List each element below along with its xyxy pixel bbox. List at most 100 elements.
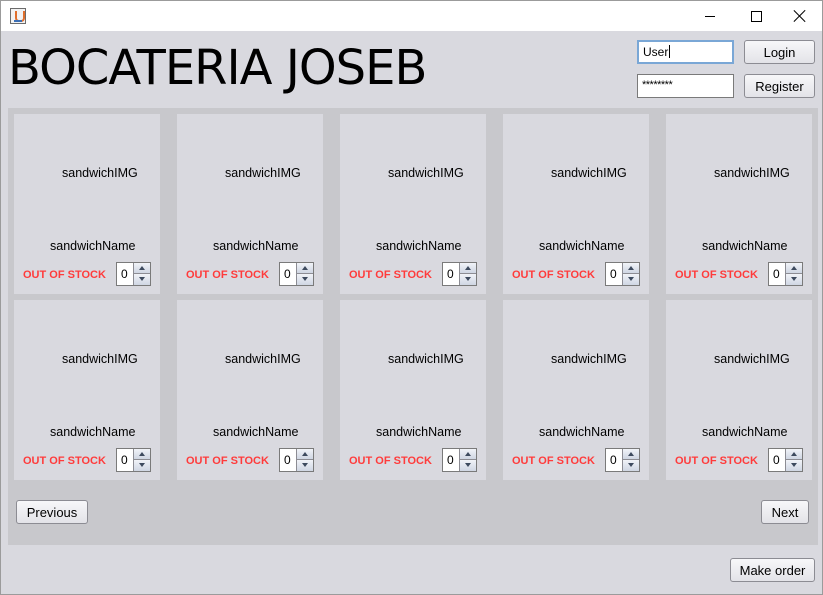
spinner-down-icon[interactable]	[623, 274, 639, 285]
stock-status: OUT OF STOCK	[675, 455, 758, 467]
spinner-up-icon[interactable]	[297, 263, 313, 274]
spinner-down-icon[interactable]	[297, 274, 313, 285]
app-title: BOCATERIA JOSEB	[8, 40, 427, 96]
spinner-down-icon[interactable]	[786, 274, 802, 285]
minimize-button[interactable]	[687, 1, 733, 31]
sandwich-name: sandwichName	[376, 239, 462, 253]
quantity-value[interactable]: 0	[773, 267, 780, 281]
quantity-spinner[interactable]: 0	[605, 448, 640, 472]
spinner-down-icon[interactable]	[460, 460, 476, 471]
sandwich-name: sandwichName	[539, 239, 625, 253]
stock-status: OUT OF STOCK	[349, 455, 432, 467]
maximize-button[interactable]	[733, 1, 779, 31]
quantity-value[interactable]: 0	[610, 267, 617, 281]
quantity-spinner[interactable]: 0	[768, 262, 803, 286]
login-button[interactable]: Login	[744, 40, 815, 64]
stock-status: OUT OF STOCK	[23, 269, 106, 281]
make-order-button[interactable]: Make order	[730, 558, 815, 582]
next-page-button[interactable]: Next	[761, 500, 809, 524]
spinner-up-icon[interactable]	[460, 449, 476, 460]
quantity-spinner[interactable]: 0	[116, 448, 151, 472]
spinner-up-icon[interactable]	[786, 449, 802, 460]
sandwich-image: sandwichIMG	[551, 166, 627, 180]
username-value: User	[643, 45, 669, 59]
quantity-value[interactable]: 0	[284, 267, 291, 281]
stock-status: OUT OF STOCK	[512, 455, 595, 467]
username-input[interactable]: User	[637, 40, 734, 64]
sandwich-name: sandwichName	[50, 425, 136, 439]
sandwich-card: sandwichIMG sandwichName OUT OF STOCK 0	[340, 114, 486, 294]
java-app-icon	[10, 8, 26, 24]
sandwich-card: sandwichIMG sandwichName OUT OF STOCK 0	[177, 114, 323, 294]
stock-status: OUT OF STOCK	[512, 269, 595, 281]
sandwich-name: sandwichName	[376, 425, 462, 439]
quantity-spinner[interactable]: 0	[605, 262, 640, 286]
sandwich-image: sandwichIMG	[225, 166, 301, 180]
quantity-value[interactable]: 0	[121, 453, 128, 467]
sandwich-image: sandwichIMG	[714, 166, 790, 180]
sandwich-name: sandwichName	[702, 239, 788, 253]
quantity-value[interactable]: 0	[773, 453, 780, 467]
spinner-up-icon[interactable]	[623, 263, 639, 274]
sandwich-card: sandwichIMG sandwichName OUT OF STOCK 0	[503, 114, 649, 294]
quantity-value[interactable]: 0	[447, 267, 454, 281]
sandwich-card: sandwichIMG sandwichName OUT OF STOCK 0	[666, 114, 812, 294]
stock-status: OUT OF STOCK	[349, 269, 432, 281]
maximize-icon	[750, 10, 762, 22]
sandwich-image: sandwichIMG	[225, 352, 301, 366]
sandwich-card: sandwichIMG sandwichName OUT OF STOCK 0	[503, 300, 649, 480]
spinner-up-icon[interactable]	[134, 263, 150, 274]
sandwich-card: sandwichIMG sandwichName OUT OF STOCK 0	[14, 300, 160, 480]
sandwich-image: sandwichIMG	[62, 352, 138, 366]
spinner-down-icon[interactable]	[623, 460, 639, 471]
sandwich-image: sandwichIMG	[551, 352, 627, 366]
sandwich-card: sandwichIMG sandwichName OUT OF STOCK 0	[14, 114, 160, 294]
sandwich-image: sandwichIMG	[388, 166, 464, 180]
quantity-spinner[interactable]: 0	[442, 262, 477, 286]
stock-status: OUT OF STOCK	[186, 269, 269, 281]
quantity-value[interactable]: 0	[121, 267, 128, 281]
spinner-down-icon[interactable]	[786, 460, 802, 471]
spinner-down-icon[interactable]	[134, 460, 150, 471]
spinner-down-icon[interactable]	[134, 274, 150, 285]
sandwich-name: sandwichName	[539, 425, 625, 439]
spinner-up-icon[interactable]	[460, 263, 476, 274]
sandwich-image: sandwichIMG	[62, 166, 138, 180]
close-button[interactable]	[777, 1, 823, 31]
sandwich-image: sandwichIMG	[714, 352, 790, 366]
close-icon	[794, 10, 806, 22]
quantity-spinner[interactable]: 0	[768, 448, 803, 472]
previous-page-button[interactable]: Previous	[16, 500, 88, 524]
spinner-up-icon[interactable]	[623, 449, 639, 460]
sandwich-card: sandwichIMG sandwichName OUT OF STOCK 0	[177, 300, 323, 480]
text-caret	[669, 45, 671, 58]
sandwich-name: sandwichName	[213, 425, 299, 439]
spinner-up-icon[interactable]	[297, 449, 313, 460]
sandwich-name: sandwichName	[213, 239, 299, 253]
stock-status: OUT OF STOCK	[186, 455, 269, 467]
minimize-icon	[705, 15, 715, 17]
quantity-spinner[interactable]: 0	[279, 262, 314, 286]
quantity-value[interactable]: 0	[284, 453, 291, 467]
quantity-spinner[interactable]: 0	[279, 448, 314, 472]
quantity-spinner[interactable]: 0	[116, 262, 151, 286]
password-input[interactable]: ********	[637, 74, 734, 98]
quantity-value[interactable]: 0	[610, 453, 617, 467]
sandwich-name: sandwichName	[702, 425, 788, 439]
app-window: BOCATERIA JOSEB User ******** Login Regi…	[0, 0, 823, 595]
sandwich-image: sandwichIMG	[388, 352, 464, 366]
sandwich-name: sandwichName	[50, 239, 136, 253]
spinner-up-icon[interactable]	[134, 449, 150, 460]
spinner-down-icon[interactable]	[297, 460, 313, 471]
stock-status: OUT OF STOCK	[23, 455, 106, 467]
stock-status: OUT OF STOCK	[675, 269, 758, 281]
title-bar	[1, 1, 822, 31]
spinner-down-icon[interactable]	[460, 274, 476, 285]
quantity-value[interactable]: 0	[447, 453, 454, 467]
register-button[interactable]: Register	[744, 74, 815, 98]
sandwich-catalog-panel: sandwichIMG sandwichName OUT OF STOCK 0 …	[8, 108, 818, 545]
spinner-up-icon[interactable]	[786, 263, 802, 274]
sandwich-card: sandwichIMG sandwichName OUT OF STOCK 0	[340, 300, 486, 480]
quantity-spinner[interactable]: 0	[442, 448, 477, 472]
sandwich-card: sandwichIMG sandwichName OUT OF STOCK 0	[666, 300, 812, 480]
